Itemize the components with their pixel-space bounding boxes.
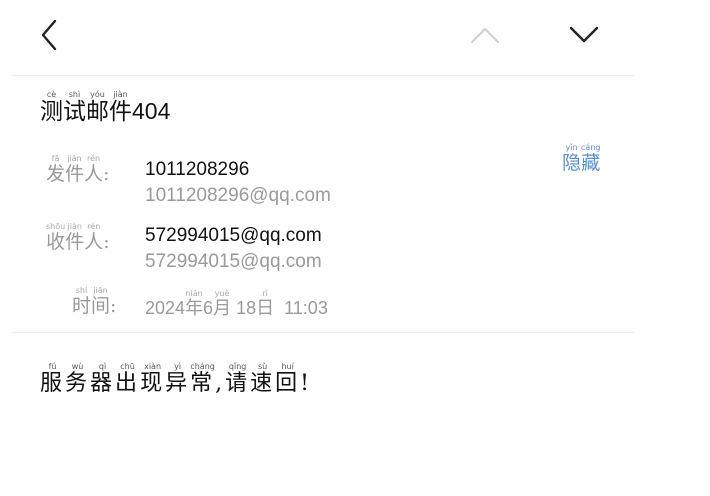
- time-label-colon: :: [110, 295, 117, 317]
- pinyin-annotation: sù: [250, 362, 276, 371]
- pinyin-annotation: qǐng: [225, 362, 251, 371]
- chevron-left-icon: [41, 19, 57, 51]
- pinyin-char: 隐yǐn: [562, 143, 582, 174]
- pinyin-char: 服fú: [40, 362, 66, 396]
- top-toolbar: [0, 0, 634, 75]
- pinyin-char: 回huí: [275, 362, 301, 396]
- pinyin-annotation: shí: [72, 286, 91, 295]
- pinyin-annotation: huí: [275, 362, 301, 371]
- pinyin-char: 邮yóu: [86, 90, 109, 125]
- chevron-down-icon: [569, 26, 599, 43]
- previous-mail-button[interactable]: [464, 13, 508, 57]
- time-day: 18: [236, 298, 257, 318]
- pinyin-char: 速sù: [250, 362, 276, 396]
- subject-text: 测cè试shì邮yóu件jiàn: [40, 90, 132, 125]
- sender-email[interactable]: 1011208296@qq.com: [145, 185, 331, 207]
- pinyin-annotation: shì: [63, 90, 86, 99]
- pinyin-annotation: jiàn: [65, 154, 85, 163]
- mail-body-text: 服fú务wù器qì出chū现xiàn异yì常cháng,请qǐng速sù回huí…: [40, 362, 312, 396]
- pinyin-annotation: nián: [185, 289, 204, 298]
- sender-label: 发fā件jiàn人rén:: [46, 154, 109, 186]
- pinyin-char: 件jiàn: [65, 222, 85, 253]
- pinyin-annotation: shōu: [46, 222, 66, 231]
- recipient-label-text: 收shōu件jiàn人rén: [46, 222, 104, 253]
- pinyin-char: 器qì: [90, 362, 116, 396]
- pinyin-char: 时shí: [72, 286, 92, 317]
- pinyin-char: 常cháng: [190, 362, 216, 396]
- pinyin-annotation: jiàn: [109, 90, 132, 99]
- pinyin-char: !: [300, 371, 312, 396]
- pinyin-annotation: cè: [40, 90, 63, 99]
- pinyin-char: 试shì: [63, 90, 86, 125]
- sender-name[interactable]: 1011208296: [145, 159, 249, 181]
- pinyin-char: ,: [215, 371, 226, 396]
- subject-number: 404: [132, 98, 171, 124]
- recipient-email[interactable]: 572994015@qq.com: [145, 251, 322, 273]
- pinyin-char: 人rén: [84, 154, 104, 185]
- pinyin-annotation: cáng: [581, 143, 601, 152]
- pinyin-annotation: jiān: [91, 286, 111, 295]
- pinyin-annotation: xiàn: [140, 362, 166, 371]
- time-month-char: 月yuè: [213, 289, 232, 319]
- pinyin-annotation: rén: [84, 222, 104, 231]
- mail-body: 服fú务wù器qì出chū现xiàn异yì常cháng,请qǐng速sù回huí…: [40, 362, 312, 397]
- hide-details-button[interactable]: 隐yǐn藏cáng: [562, 143, 600, 175]
- time-year-char: 年nián: [185, 289, 204, 319]
- chevron-up-icon: [471, 28, 499, 43]
- pinyin-annotation: qì: [90, 362, 116, 371]
- pinyin-annotation: rén: [84, 154, 104, 163]
- pinyin-annotation: cháng: [190, 362, 216, 371]
- mail-detail-screen: 测cè试shì邮yóu件jiàn404 隐yǐn藏cáng 发fā件jiàn人r…: [0, 0, 710, 496]
- pinyin-annotation: chū: [115, 362, 141, 371]
- pinyin-annotation: yì: [165, 362, 191, 371]
- pinyin-annotation: jiàn: [65, 222, 85, 231]
- pinyin-char: 异yì: [165, 362, 191, 396]
- pinyin-char: 请qǐng: [225, 362, 251, 396]
- pinyin-annotation: fú: [40, 362, 66, 371]
- pinyin-annotation: fā: [46, 154, 65, 163]
- time-label-text: 时shí间jiān: [72, 286, 111, 317]
- pinyin-annotation: yuè: [213, 289, 232, 298]
- time-month: 6: [203, 298, 214, 318]
- hide-details-label: 隐yǐn藏cáng: [562, 143, 601, 174]
- sender-label-text: 发fā件jiàn人rén: [46, 154, 104, 185]
- recipient-name[interactable]: 572994015@qq.com: [145, 225, 322, 247]
- pinyin-char: 发fā: [46, 154, 66, 185]
- recipient-label-colon: :: [103, 231, 110, 253]
- pinyin-char: 人rén: [84, 222, 104, 253]
- pinyin-annotation: yǐn: [562, 143, 581, 152]
- time-clock: 11:03: [284, 298, 328, 318]
- header-divider: [12, 332, 634, 333]
- pinyin-char: 出chū: [115, 362, 141, 396]
- pinyin-char: 现xiàn: [140, 362, 166, 396]
- pinyin-char: 藏cáng: [581, 143, 601, 174]
- pinyin-annotation: yóu: [86, 90, 109, 99]
- time-day-char: 日rì: [256, 289, 275, 319]
- recipient-label: 收shōu件jiàn人rén:: [46, 222, 110, 254]
- pinyin-char: 测cè: [40, 90, 63, 125]
- pinyin-char: 间jiān: [91, 286, 111, 317]
- pinyin-char: 件jiàn: [109, 90, 132, 125]
- next-mail-button[interactable]: [562, 13, 606, 57]
- time-label: 时shí间jiān:: [72, 286, 116, 318]
- pinyin-char: 年nián: [185, 289, 204, 319]
- time-year: 2024: [145, 298, 186, 318]
- sent-time: 2024年nián6月yuè 18日rì 11:03: [145, 289, 328, 320]
- mail-subject: 测cè试shì邮yóu件jiàn404: [40, 90, 170, 126]
- pinyin-char: 件jiàn: [65, 154, 85, 185]
- pinyin-char: 日rì: [256, 289, 275, 319]
- sender-label-colon: :: [103, 163, 110, 185]
- pinyin-char: 收shōu: [46, 222, 66, 253]
- toolbar-divider: [12, 75, 634, 76]
- pinyin-char: 务wù: [65, 362, 91, 396]
- pinyin-annotation: rì: [256, 289, 275, 298]
- pinyin-annotation: wù: [65, 362, 91, 371]
- back-button[interactable]: [28, 13, 72, 57]
- pinyin-char: 月yuè: [213, 289, 232, 319]
